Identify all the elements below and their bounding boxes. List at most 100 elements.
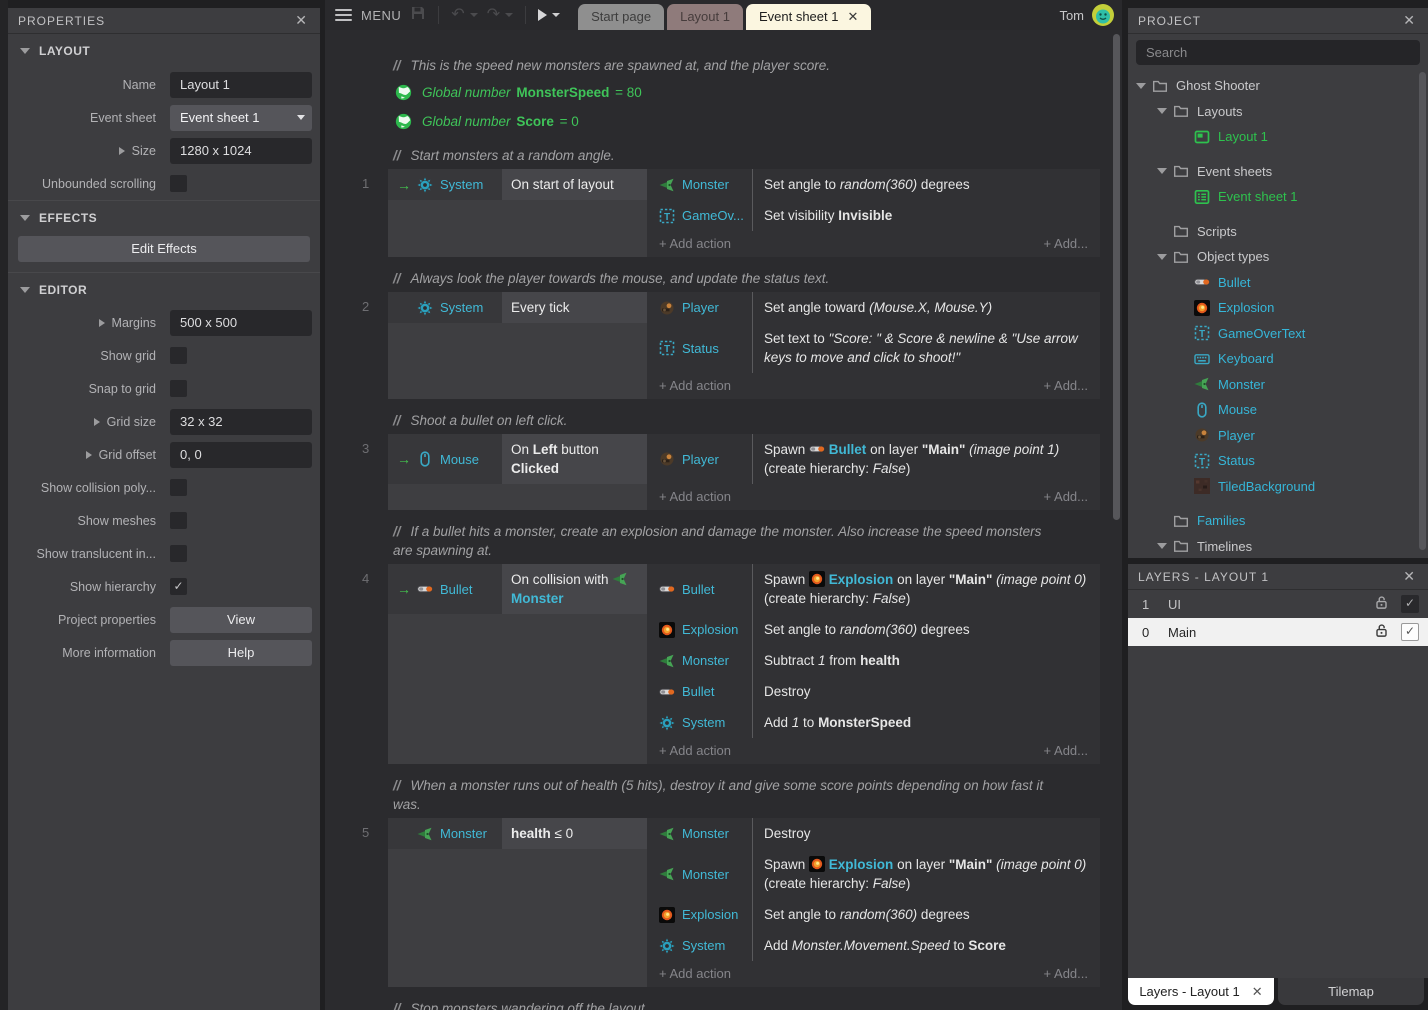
comment-row[interactable]: //Stop monsters wandering off the layout…	[393, 999, 1053, 1010]
comment-row[interactable]: //This is the speed new monsters are spa…	[393, 56, 1053, 75]
size-field[interactable]: 1280 x 1024	[170, 138, 312, 164]
edit-effects-button[interactable]: Edit Effects	[18, 236, 310, 262]
add-action-button[interactable]: + Add action	[659, 743, 731, 758]
tree-item-scripts[interactable]: Scripts	[1128, 219, 1428, 245]
close-icon[interactable]: ✕	[293, 12, 310, 29]
close-icon[interactable]: ✕	[1401, 568, 1418, 585]
comment-row[interactable]: //Start monsters at a random angle.	[393, 146, 1053, 165]
undo-dropdown-icon[interactable]	[470, 13, 478, 17]
search-input[interactable]	[1136, 40, 1420, 65]
save-icon[interactable]	[410, 5, 426, 25]
project-tree-scrollbar[interactable]	[1419, 72, 1426, 550]
close-icon[interactable]: ✕	[847, 4, 858, 30]
preview-play-icon[interactable]	[538, 9, 547, 21]
section-header-layout[interactable]: LAYOUT	[8, 34, 320, 68]
collapse-icon[interactable]	[1157, 168, 1167, 174]
tree-item-ghost-shooter[interactable]: Ghost Shooter	[1128, 73, 1428, 99]
expand-icon[interactable]	[119, 147, 125, 155]
global-variable-row[interactable]: Global number MonsterSpeed = 80	[325, 79, 1122, 105]
tab-layout-1[interactable]: Layout 1	[667, 4, 743, 30]
comment-row[interactable]: //Always look the player towards the mou…	[393, 269, 1053, 288]
event-condition[interactable]: →BulletOn collision with Monster	[388, 564, 647, 614]
expand-icon[interactable]	[94, 418, 100, 426]
add-button[interactable]: + Add...	[1044, 489, 1088, 504]
snap-to-grid-checkbox[interactable]	[170, 380, 187, 397]
section-header-effects[interactable]: EFFECTS	[8, 200, 320, 234]
event-condition[interactable]: →SystemOn start of layout	[388, 169, 647, 200]
section-header-editor[interactable]: EDITOR	[8, 272, 320, 306]
tree-item-timelines[interactable]: Timelines	[1128, 534, 1428, 559]
add-action-button[interactable]: + Add action	[659, 489, 731, 504]
menu-button[interactable]: MENU	[361, 8, 401, 23]
action-row[interactable]: MonsterSubtract 1 from health	[647, 645, 1100, 676]
event-condition[interactable]: →MouseOn Left button Clicked	[388, 434, 647, 484]
comment-row[interactable]: //When a monster runs out of health (5 h…	[393, 776, 1053, 814]
panel-tab-tilemap[interactable]: Tilemap	[1278, 978, 1424, 1005]
margins-field[interactable]: 500 x 500	[170, 310, 312, 336]
comment-row[interactable]: //Shoot a bullet on left click.	[393, 411, 1053, 430]
show-hierarchy-checkbox[interactable]: ✓	[170, 578, 187, 595]
lock-icon[interactable]	[1374, 595, 1392, 613]
collapse-icon[interactable]	[1157, 254, 1167, 260]
view-button[interactable]: View	[170, 607, 312, 633]
add-button[interactable]: + Add...	[1044, 966, 1088, 981]
action-row[interactable]: BulletDestroy	[647, 676, 1100, 707]
tree-item-bullet[interactable]: Bullet	[1128, 270, 1428, 296]
action-row[interactable]: PlayerSpawn Bullet on layer "Main" (imag…	[647, 434, 1100, 484]
event-sheet-scrollbar[interactable]	[1113, 34, 1120, 520]
lock-icon[interactable]	[1374, 623, 1392, 641]
show-meshes-checkbox[interactable]	[170, 512, 187, 529]
action-row[interactable]: SystemAdd 1 to MonsterSpeed	[647, 707, 1100, 738]
preview-dropdown-icon[interactable]	[552, 13, 560, 17]
tree-item-explosion[interactable]: Explosion	[1128, 295, 1428, 321]
grid-offset-field[interactable]: 0, 0	[170, 442, 312, 468]
tree-item-event-sheet-1[interactable]: Event sheet 1	[1128, 184, 1428, 210]
condition-area[interactable]	[388, 849, 647, 987]
comment-row[interactable]: //If a bullet hits a monster, create an …	[393, 522, 1053, 560]
user-avatar[interactable]	[1092, 4, 1114, 26]
layer-row-main[interactable]: 0Main✓	[1128, 618, 1428, 646]
add-action-button[interactable]: + Add action	[659, 966, 731, 981]
add-action-button[interactable]: + Add action	[659, 378, 731, 393]
tree-item-status[interactable]: TStatus	[1128, 448, 1428, 474]
collapse-icon[interactable]	[1136, 83, 1146, 89]
global-variable-row[interactable]: Global number Score = 0	[325, 108, 1122, 134]
tree-item-event-sheets[interactable]: Event sheets	[1128, 159, 1428, 185]
condition-area[interactable]	[388, 484, 647, 510]
tree-item-layout-1[interactable]: Layout 1	[1128, 124, 1428, 150]
visibility-checkbox[interactable]: ✓	[1401, 595, 1419, 613]
tab-start-page[interactable]: Start page	[578, 4, 664, 30]
collapse-icon[interactable]	[1157, 108, 1167, 114]
event-sheet-dropdown[interactable]: Event sheet 1	[170, 105, 312, 131]
event-condition[interactable]: Monsterhealth ≤ 0	[388, 818, 647, 849]
menu-icon[interactable]	[335, 9, 352, 21]
action-row[interactable]: BulletSpawn Explosion on layer "Main" (i…	[647, 564, 1100, 614]
action-row[interactable]: MonsterSpawn Explosion on layer "Main" (…	[647, 849, 1100, 899]
name-field[interactable]: Layout 1	[170, 72, 312, 98]
condition-area[interactable]	[388, 323, 647, 399]
undo-icon[interactable]: ↶	[451, 7, 464, 23]
help-button[interactable]: Help	[170, 640, 312, 666]
action-row[interactable]: TStatusSet text to "Score: " & Score & n…	[647, 323, 1100, 373]
tree-item-families[interactable]: Families	[1128, 508, 1428, 534]
close-icon[interactable]: ✕	[1252, 984, 1263, 1000]
tree-item-monster[interactable]: Monster	[1128, 372, 1428, 398]
show-grid-checkbox[interactable]	[170, 347, 187, 364]
tree-item-object-types[interactable]: Object types	[1128, 244, 1428, 270]
show-collision-poly-checkbox[interactable]	[170, 479, 187, 496]
action-row[interactable]: PlayerSet angle toward (Mouse.X, Mouse.Y…	[647, 292, 1100, 323]
show-translucent-in-checkbox[interactable]	[170, 545, 187, 562]
tab-event-sheet-1[interactable]: Event sheet 1✕	[746, 4, 871, 30]
collapse-icon[interactable]	[1157, 543, 1167, 549]
action-row[interactable]: MonsterSet angle to random(360) degrees	[647, 169, 1100, 200]
panel-tab-layers-layout-1[interactable]: Layers - Layout 1✕	[1128, 978, 1274, 1005]
expand-icon[interactable]	[86, 451, 92, 459]
add-button[interactable]: + Add...	[1044, 236, 1088, 251]
grid-size-field[interactable]: 32 x 32	[170, 409, 312, 435]
close-icon[interactable]: ✕	[1401, 12, 1418, 29]
condition-area[interactable]	[388, 614, 647, 764]
action-row[interactable]: SystemAdd Monster.Movement.Speed to Scor…	[647, 930, 1100, 961]
tree-item-tiledbackground[interactable]: TiledBackground	[1128, 474, 1428, 500]
action-row[interactable]: ExplosionSet angle to random(360) degree…	[647, 899, 1100, 930]
action-row[interactable]: ExplosionSet angle to random(360) degree…	[647, 614, 1100, 645]
